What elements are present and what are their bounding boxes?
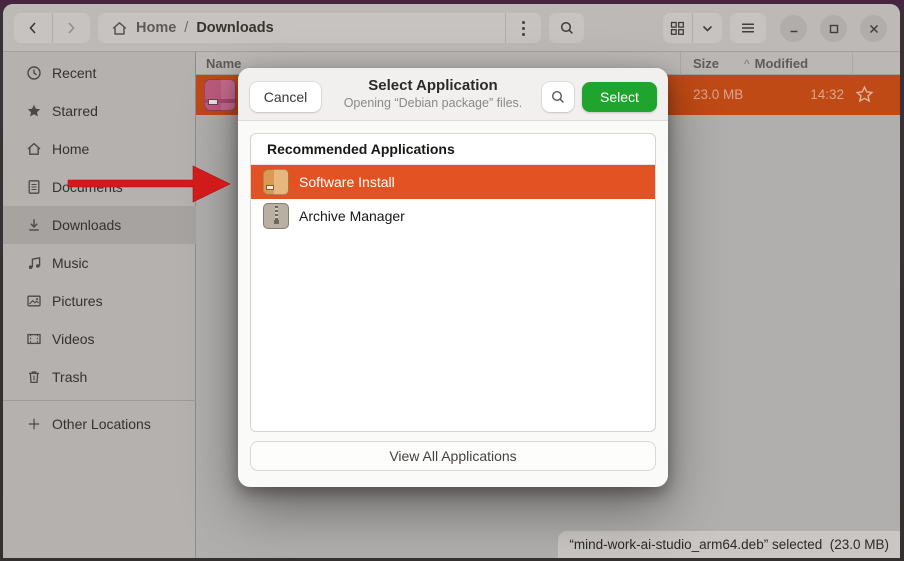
hamburger-menu-button[interactable]	[730, 13, 766, 43]
clock-icon	[26, 65, 42, 81]
location-menu-button[interactable]	[506, 13, 541, 43]
plus-icon	[26, 416, 42, 432]
recommended-applications-header: Recommended Applications	[251, 134, 655, 165]
sidebar-item-label: Videos	[52, 331, 95, 347]
sidebar-item-music[interactable]: Music	[3, 244, 196, 282]
app-name: Software Install	[299, 174, 395, 190]
dialog-subtitle: Opening “Debian package” files.	[333, 96, 533, 110]
sidebar-item-starred[interactable]: Starred	[3, 92, 196, 130]
maximize-button[interactable]	[820, 15, 847, 42]
view-all-applications-button[interactable]: View All Applications	[250, 441, 656, 471]
close-icon	[868, 23, 880, 35]
app-row-archive-manager[interactable]: Archive Manager	[251, 199, 655, 233]
column-header-modified[interactable]: ^Modified	[744, 56, 808, 71]
chevron-down-icon	[701, 22, 714, 35]
dialog-search-button[interactable]	[542, 82, 574, 112]
sidebar-item-label: Home	[52, 141, 89, 157]
star-icon	[26, 103, 42, 119]
files-window: Home / Downloads	[3, 4, 900, 558]
sidebar-item-videos[interactable]: Videos	[3, 320, 196, 358]
select-button[interactable]: Select	[582, 82, 657, 112]
software-install-icon	[263, 169, 289, 195]
sidebar-item-trash[interactable]: Trash	[3, 358, 196, 396]
search-button[interactable]	[549, 13, 584, 43]
status-text: “mind-work-ai-studio_arm64.deb” selected…	[569, 537, 889, 552]
nav-buttons	[14, 13, 90, 43]
chevron-right-icon	[64, 21, 78, 35]
chevron-left-icon	[26, 21, 40, 35]
archive-manager-icon	[263, 203, 289, 229]
maximize-icon	[828, 23, 840, 35]
app-row-software-install[interactable]: Software Install	[251, 165, 655, 199]
music-note-icon	[26, 255, 42, 271]
file-size: 23.0 MB	[693, 87, 743, 102]
select-application-dialog: Cancel Select Application Opening “Debia…	[238, 68, 668, 487]
sidebar-item-label: Pictures	[52, 293, 103, 309]
sidebar-item-downloads[interactable]: Downloads	[3, 206, 196, 244]
breadcrumb[interactable]: Home / Downloads	[98, 13, 541, 43]
sidebar-item-label: Recent	[52, 65, 96, 81]
search-icon	[550, 89, 566, 105]
minimize-icon	[788, 23, 800, 35]
forward-button[interactable]	[53, 13, 91, 43]
titlebar[interactable]: Home / Downloads	[3, 4, 900, 52]
download-icon	[26, 217, 42, 233]
column-header-name[interactable]: Name	[206, 56, 241, 71]
app-name: Archive Manager	[299, 208, 405, 224]
sidebar-item-label: Starred	[52, 103, 98, 119]
view-toggle-group	[663, 13, 722, 43]
breadcrumb-root[interactable]: Home	[136, 20, 176, 36]
home-icon	[26, 141, 42, 157]
search-icon	[559, 20, 575, 36]
cancel-button[interactable]: Cancel	[250, 82, 321, 112]
deb-package-icon	[204, 79, 236, 111]
document-icon	[26, 179, 42, 195]
status-bar: “mind-work-ai-studio_arm64.deb” selected…	[557, 530, 900, 558]
video-icon	[26, 331, 42, 347]
sidebar-item-label: Music	[52, 255, 89, 271]
close-button[interactable]	[860, 15, 887, 42]
sidebar-item-label: Trash	[52, 369, 87, 385]
grid-view-icon	[670, 21, 685, 36]
dialog-header: Cancel Select Application Opening “Debia…	[238, 68, 668, 121]
dialog-title: Select Application	[333, 77, 533, 94]
sidebar-item-documents[interactable]: Documents	[3, 168, 196, 206]
kebab-icon	[522, 21, 525, 36]
sidebar-item-home[interactable]: Home	[3, 130, 196, 168]
application-list: Recommended Applications Software Instal…	[250, 133, 656, 432]
sidebar-item-label: Downloads	[52, 217, 121, 233]
trash-icon	[26, 369, 42, 385]
view-options-button[interactable]	[693, 13, 722, 43]
sidebar-item-label: Other Locations	[52, 416, 151, 432]
sidebar-item-pictures[interactable]: Pictures	[3, 282, 196, 320]
sort-caret-icon: ^	[744, 57, 750, 71]
back-button[interactable]	[14, 13, 52, 43]
home-icon	[111, 20, 128, 37]
sidebar-item-other-locations[interactable]: Other Locations	[3, 405, 196, 443]
breadcrumb-current[interactable]: Downloads	[196, 20, 273, 36]
sidebar-separator	[3, 400, 196, 401]
hamburger-icon	[740, 21, 756, 35]
breadcrumb-separator: /	[184, 20, 188, 36]
column-header-size[interactable]: Size	[693, 56, 719, 71]
grid-view-button[interactable]	[663, 13, 692, 43]
picture-icon	[26, 293, 42, 309]
sidebar-item-recent[interactable]: Recent	[3, 54, 196, 92]
minimize-button[interactable]	[780, 15, 807, 42]
star-outline-icon[interactable]	[855, 85, 874, 104]
file-modified-time: 14:32	[810, 87, 844, 102]
sidebar: Recent Starred Home Documents Downloads …	[3, 52, 196, 558]
sidebar-item-label: Documents	[52, 179, 123, 195]
